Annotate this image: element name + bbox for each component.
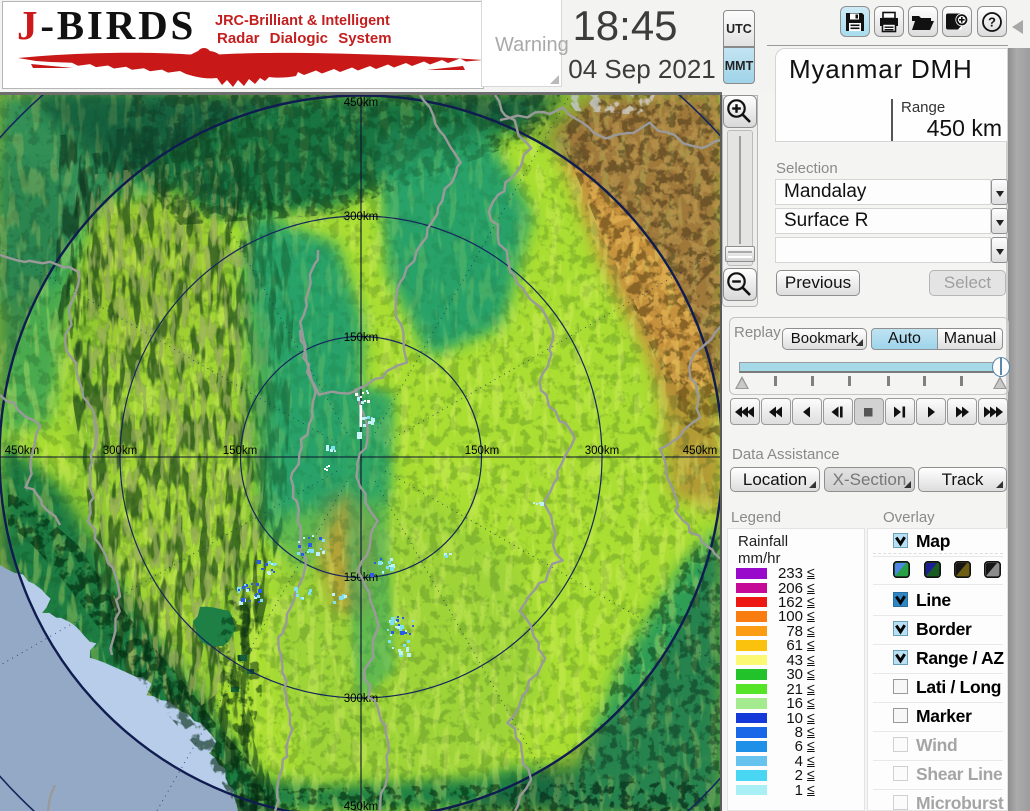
svg-text:300km: 300km bbox=[344, 211, 379, 223]
svg-text:150km: 150km bbox=[465, 445, 500, 457]
svg-text:450km: 450km bbox=[344, 801, 379, 811]
svg-text:150km: 150km bbox=[223, 445, 258, 457]
svg-text:300km: 300km bbox=[103, 445, 138, 457]
svg-text:450km: 450km bbox=[683, 445, 718, 457]
svg-text:?: ? bbox=[988, 14, 996, 29]
svg-text:450km: 450km bbox=[344, 97, 379, 109]
svg-text:150km: 150km bbox=[344, 332, 379, 344]
svg-text:300km: 300km bbox=[585, 445, 620, 457]
